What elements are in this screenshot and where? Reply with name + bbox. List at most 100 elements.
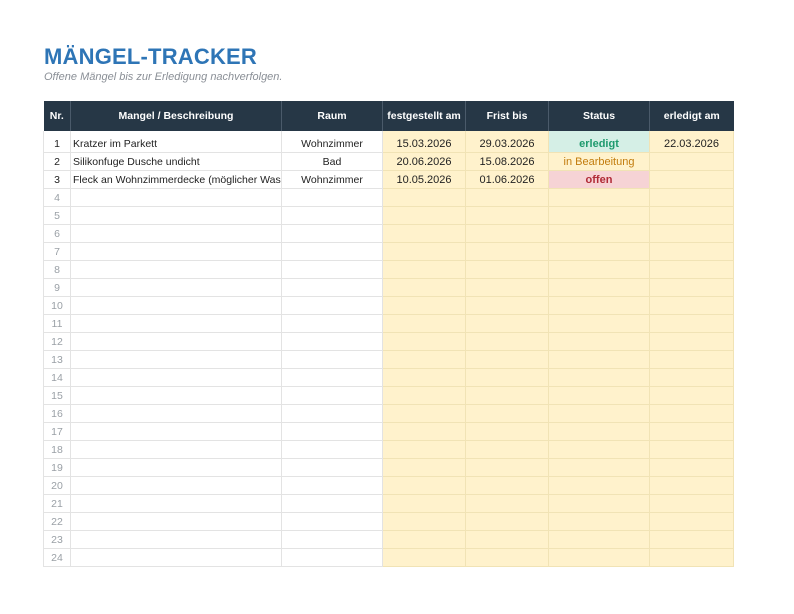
cell-done-date[interactable]	[649, 386, 734, 405]
cell-nr[interactable]: 7	[43, 242, 71, 261]
cell-status[interactable]	[548, 386, 650, 405]
cell-room[interactable]	[281, 404, 383, 423]
cell-description[interactable]	[70, 332, 282, 351]
cell-nr[interactable]: 18	[43, 440, 71, 459]
cell-deadline[interactable]	[465, 188, 549, 207]
cell-description[interactable]	[70, 314, 282, 333]
cell-room[interactable]	[281, 242, 383, 261]
cell-found-date[interactable]	[382, 260, 466, 279]
cell-description[interactable]	[70, 188, 282, 207]
cell-done-date[interactable]	[649, 530, 734, 549]
cell-status[interactable]	[548, 332, 650, 351]
cell-description[interactable]	[70, 368, 282, 387]
cell-status[interactable]	[548, 278, 650, 297]
cell-nr[interactable]: 10	[43, 296, 71, 315]
cell-nr[interactable]: 6	[43, 224, 71, 243]
cell-room[interactable]	[281, 296, 383, 315]
cell-found-date[interactable]	[382, 368, 466, 387]
cell-deadline[interactable]	[465, 476, 549, 495]
cell-nr[interactable]: 20	[43, 476, 71, 495]
header-found-date[interactable]: festgestellt am	[382, 101, 466, 131]
cell-done-date[interactable]	[649, 350, 734, 369]
cell-deadline[interactable]	[465, 548, 549, 567]
cell-done-date[interactable]	[649, 296, 734, 315]
cell-status[interactable]	[548, 422, 650, 441]
cell-deadline[interactable]: 15.08.2026	[465, 152, 549, 171]
cell-deadline[interactable]	[465, 494, 549, 513]
cell-description[interactable]	[70, 476, 282, 495]
cell-status[interactable]	[548, 242, 650, 261]
cell-status[interactable]	[548, 512, 650, 531]
cell-deadline[interactable]	[465, 422, 549, 441]
cell-status[interactable]	[548, 260, 650, 279]
cell-deadline[interactable]	[465, 260, 549, 279]
cell-found-date[interactable]	[382, 458, 466, 477]
cell-found-date[interactable]	[382, 278, 466, 297]
cell-status[interactable]	[548, 530, 650, 549]
cell-done-date[interactable]	[649, 332, 734, 351]
cell-deadline[interactable]	[465, 296, 549, 315]
cell-found-date[interactable]	[382, 440, 466, 459]
cell-description[interactable]	[70, 422, 282, 441]
cell-status[interactable]: offen	[548, 170, 650, 189]
cell-done-date[interactable]	[649, 494, 734, 513]
cell-status[interactable]: erledigt	[548, 131, 650, 153]
cell-nr[interactable]: 11	[43, 314, 71, 333]
cell-room[interactable]	[281, 512, 383, 531]
cell-found-date[interactable]	[382, 476, 466, 495]
cell-room[interactable]: Bad	[281, 152, 383, 171]
cell-nr[interactable]: 19	[43, 458, 71, 477]
cell-done-date[interactable]	[649, 548, 734, 567]
cell-status[interactable]: in Bearbeitung	[548, 152, 650, 171]
cell-description[interactable]	[70, 530, 282, 549]
cell-done-date[interactable]	[649, 368, 734, 387]
cell-description[interactable]	[70, 350, 282, 369]
cell-nr[interactable]: 23	[43, 530, 71, 549]
cell-nr[interactable]: 24	[43, 548, 71, 567]
cell-status[interactable]	[548, 296, 650, 315]
cell-found-date[interactable]	[382, 206, 466, 225]
cell-deadline[interactable]: 29.03.2026	[465, 131, 549, 153]
cell-room[interactable]	[281, 224, 383, 243]
cell-found-date[interactable]	[382, 296, 466, 315]
cell-nr[interactable]: 22	[43, 512, 71, 531]
cell-deadline[interactable]	[465, 350, 549, 369]
cell-room[interactable]	[281, 548, 383, 567]
cell-deadline[interactable]	[465, 332, 549, 351]
cell-nr[interactable]: 17	[43, 422, 71, 441]
cell-found-date[interactable]	[382, 350, 466, 369]
cell-description[interactable]	[70, 404, 282, 423]
cell-found-date[interactable]	[382, 404, 466, 423]
cell-description[interactable]: Kratzer im Parkett	[70, 131, 282, 153]
cell-description[interactable]	[70, 458, 282, 477]
cell-done-date[interactable]	[649, 242, 734, 261]
cell-status[interactable]	[548, 548, 650, 567]
cell-deadline[interactable]	[465, 278, 549, 297]
cell-room[interactable]	[281, 476, 383, 495]
cell-found-date[interactable]: 15.03.2026	[382, 131, 466, 153]
cell-deadline[interactable]	[465, 458, 549, 477]
cell-nr[interactable]: 16	[43, 404, 71, 423]
cell-room[interactable]	[281, 260, 383, 279]
cell-found-date[interactable]	[382, 314, 466, 333]
cell-done-date[interactable]	[649, 440, 734, 459]
cell-description[interactable]	[70, 494, 282, 513]
cell-done-date[interactable]	[649, 152, 734, 171]
cell-found-date[interactable]	[382, 224, 466, 243]
cell-nr[interactable]: 4	[43, 188, 71, 207]
cell-nr[interactable]: 2	[43, 152, 71, 171]
cell-deadline[interactable]	[465, 368, 549, 387]
cell-nr[interactable]: 3	[43, 170, 71, 189]
cell-room[interactable]	[281, 278, 383, 297]
cell-nr[interactable]: 15	[43, 386, 71, 405]
cell-deadline[interactable]	[465, 386, 549, 405]
cell-found-date[interactable]	[382, 512, 466, 531]
cell-deadline[interactable]	[465, 530, 549, 549]
cell-description[interactable]	[70, 242, 282, 261]
cell-found-date[interactable]	[382, 530, 466, 549]
cell-deadline[interactable]: 01.06.2026	[465, 170, 549, 189]
cell-found-date[interactable]	[382, 494, 466, 513]
cell-done-date[interactable]: 22.03.2026	[649, 131, 734, 153]
cell-description[interactable]	[70, 278, 282, 297]
cell-done-date[interactable]	[649, 422, 734, 441]
